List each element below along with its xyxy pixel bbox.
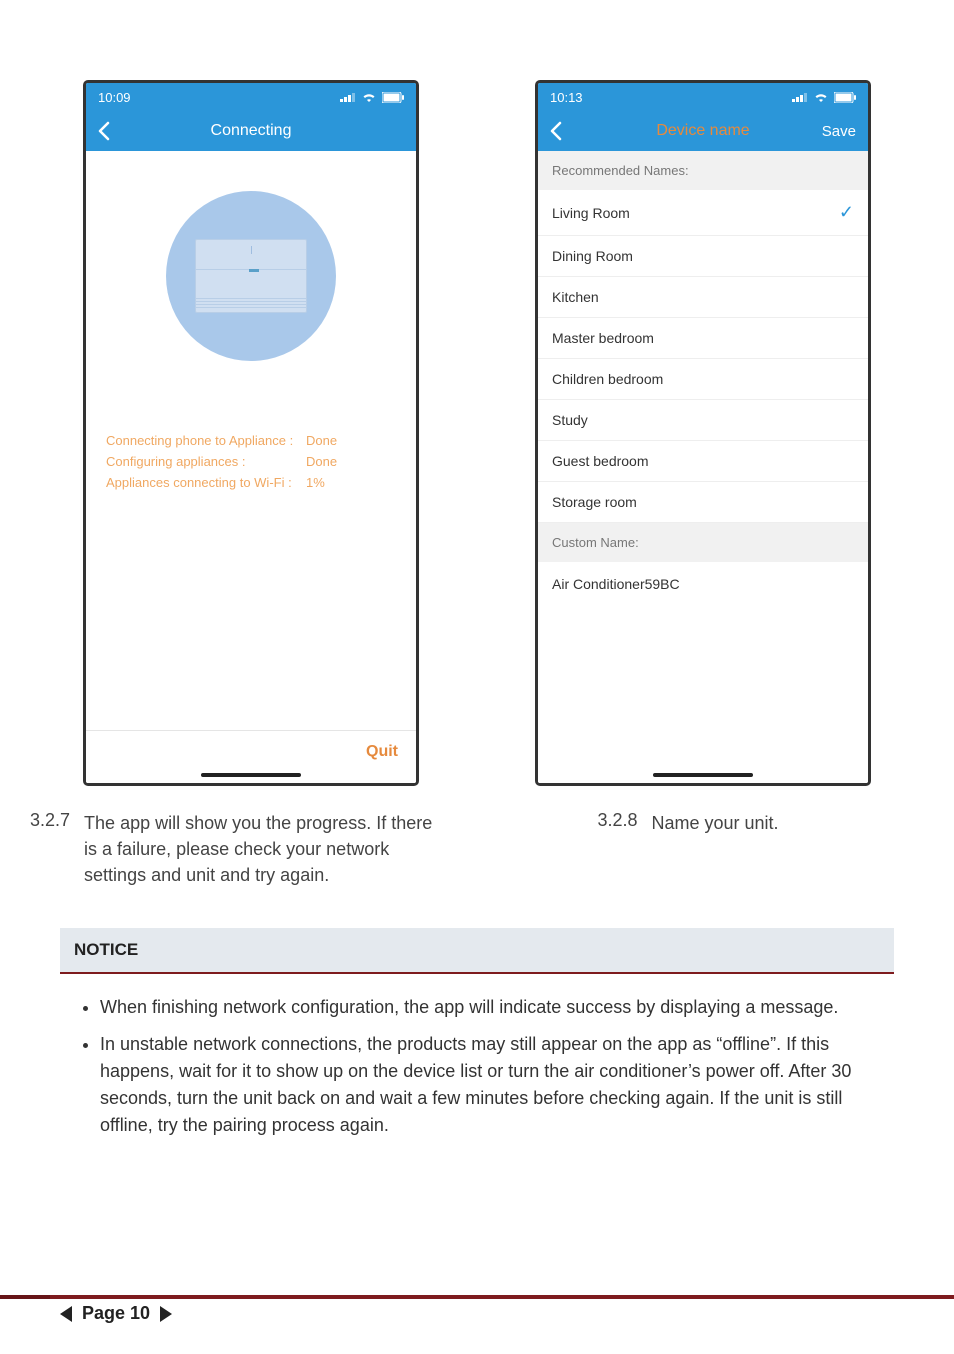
right-column: 10:13 Device name bbox=[512, 80, 894, 888]
status-label: Connecting phone to Appliance : bbox=[106, 431, 306, 452]
list-item-label: Kitchen bbox=[552, 289, 599, 305]
name-option-living-room[interactable]: Living Room ✓ bbox=[538, 190, 868, 236]
list-item-label: Living Room bbox=[552, 205, 630, 221]
nav-title: Connecting bbox=[211, 122, 292, 140]
list-item-label: Storage room bbox=[552, 494, 637, 510]
phone-body: Connecting phone to Appliance : Done Con… bbox=[86, 151, 416, 783]
back-button[interactable] bbox=[548, 121, 562, 141]
device-circle bbox=[166, 191, 336, 361]
check-icon: ✓ bbox=[839, 202, 854, 223]
page-control: Page 10 bbox=[60, 1303, 172, 1324]
notice-item: In unstable network connections, the pro… bbox=[100, 1031, 876, 1139]
wifi-icon bbox=[362, 92, 376, 103]
status-value: 1% bbox=[306, 473, 325, 494]
signal-icon bbox=[340, 92, 356, 102]
caption-right: 3.2.8 Name your unit. bbox=[627, 810, 778, 836]
caption-number: 3.2.7 bbox=[30, 810, 70, 831]
custom-header: Custom Name: bbox=[538, 523, 868, 562]
save-button[interactable]: Save bbox=[822, 123, 856, 140]
status-row: Appliances connecting to Wi-Fi : 1% bbox=[106, 473, 396, 494]
phone-body: Recommended Names: Living Room ✓ Dining … bbox=[538, 151, 868, 783]
caption-number: 3.2.8 bbox=[597, 810, 637, 831]
nav-title: Device name bbox=[656, 122, 749, 140]
prev-page-icon[interactable] bbox=[60, 1306, 72, 1322]
name-option-study[interactable]: Study bbox=[538, 400, 868, 441]
status-label: Appliances connecting to Wi-Fi : bbox=[106, 473, 306, 494]
notice-item: When finishing network configuration, th… bbox=[100, 994, 876, 1021]
left-column: 10:09 Connecting bbox=[60, 80, 442, 888]
page-label: Page 10 bbox=[82, 1303, 150, 1324]
ac-illustration bbox=[195, 239, 307, 313]
quit-button[interactable]: Quit bbox=[86, 730, 416, 773]
nav-bar: Device name Save bbox=[538, 111, 868, 151]
connect-graphic bbox=[86, 191, 416, 361]
status-icons bbox=[792, 92, 856, 103]
status-label: Configuring appliances : bbox=[106, 452, 306, 473]
list-item-label: Master bedroom bbox=[552, 330, 654, 346]
phone-connecting: 10:09 Connecting bbox=[83, 80, 419, 786]
wifi-icon bbox=[814, 92, 828, 103]
name-option-children-bedroom[interactable]: Children bedroom bbox=[538, 359, 868, 400]
home-indicator bbox=[201, 773, 301, 777]
recommended-header: Recommended Names: bbox=[538, 151, 868, 190]
status-row: Configuring appliances : Done bbox=[106, 452, 396, 473]
caption-text: The app will show you the progress. If t… bbox=[84, 810, 442, 888]
status-value: Done bbox=[306, 431, 337, 452]
notice-heading: NOTICE bbox=[60, 928, 894, 974]
status-list: Connecting phone to Appliance : Done Con… bbox=[106, 431, 396, 493]
names-list: Living Room ✓ Dining Room Kitchen Master… bbox=[538, 190, 868, 523]
next-page-icon[interactable] bbox=[160, 1306, 172, 1322]
caption-left: 3.2.7 The app will show you the progress… bbox=[60, 810, 442, 888]
list-item-label: Guest bedroom bbox=[552, 453, 649, 469]
status-row: Connecting phone to Appliance : Done bbox=[106, 431, 396, 452]
home-indicator bbox=[653, 773, 753, 777]
screenshots-row: 10:09 Connecting bbox=[60, 80, 894, 888]
name-option-kitchen[interactable]: Kitchen bbox=[538, 277, 868, 318]
clock: 10:09 bbox=[98, 90, 131, 105]
signal-icon bbox=[792, 92, 808, 102]
nav-bar: Connecting bbox=[86, 111, 416, 151]
name-option-master-bedroom[interactable]: Master bedroom bbox=[538, 318, 868, 359]
list-item-label: Dining Room bbox=[552, 248, 633, 264]
status-bar: 10:13 bbox=[538, 83, 868, 111]
name-option-guest-bedroom[interactable]: Guest bedroom bbox=[538, 441, 868, 482]
list-item-label: Study bbox=[552, 412, 588, 428]
notice-body: When finishing network configuration, th… bbox=[60, 974, 894, 1177]
back-button[interactable] bbox=[96, 121, 110, 141]
status-icons bbox=[340, 92, 404, 103]
phone-device-name: 10:13 Device name bbox=[535, 80, 871, 786]
name-option-dining-room[interactable]: Dining Room bbox=[538, 236, 868, 277]
list-item-label: Children bedroom bbox=[552, 371, 663, 387]
battery-icon bbox=[382, 92, 404, 103]
status-value: Done bbox=[306, 452, 337, 473]
name-option-storage-room[interactable]: Storage room bbox=[538, 482, 868, 523]
status-bar: 10:09 bbox=[86, 83, 416, 111]
caption-text: Name your unit. bbox=[651, 810, 778, 836]
custom-name-field[interactable]: Air Conditioner59BC bbox=[538, 562, 868, 606]
battery-icon bbox=[834, 92, 856, 103]
notice-box: NOTICE When finishing network configurat… bbox=[60, 928, 894, 1177]
clock: 10:13 bbox=[550, 90, 583, 105]
